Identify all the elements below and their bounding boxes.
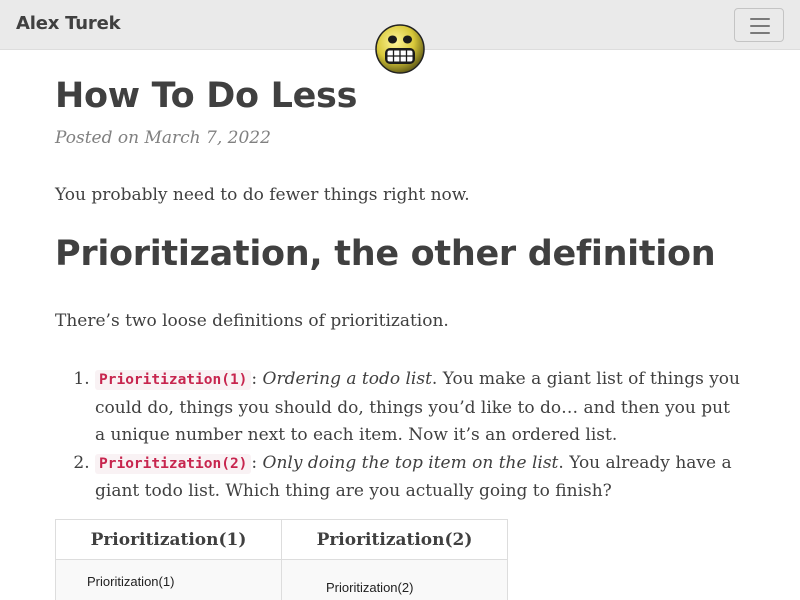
list-item-separator: : [251,452,263,473]
site-brand-link[interactable]: Alex Turek [16,13,121,34]
table-header-cell: Prioritization(1) [55,519,282,560]
list-item-emphasis: Ordering a todo list [262,369,432,389]
comparison-table: Prioritization(1) Prioritization(2) Prio… [55,519,508,600]
definitions-intro-paragraph: There’s two loose definitions of priorit… [55,311,449,331]
inline-code: Prioritization(2) [95,453,252,474]
menu-toggle-button[interactable] [734,8,784,42]
definitions-list: Prioritization(1): Ordering a todo list.… [55,366,745,506]
inline-code: Prioritization(1) [95,370,252,390]
list-item: Prioritization(2): Only doing the top it… [95,450,745,506]
list-item: Prioritization(1): Ordering a todo list.… [95,366,745,450]
list-item-separator: : [251,369,263,389]
section-heading: Prioritization, the other definition [55,234,716,274]
grinning-face-avatar-icon[interactable] [375,24,425,74]
table-header-cell: Prioritization(2) [281,519,508,560]
table-row: Prioritization(1) Prioritization(2) [55,559,508,600]
image-label: Prioritization(1) [87,574,175,589]
list-item-emphasis: Only doing the top item on the list [262,452,559,473]
image-label: Prioritization(2) [326,580,414,595]
table-image-cell: Prioritization(1) [55,559,282,600]
post-date: Posted on March 7, 2022 [55,128,271,148]
intro-paragraph: You probably need to do fewer things rig… [55,185,470,205]
table-image-cell: Prioritization(2) [281,559,508,600]
table-header-row: Prioritization(1) Prioritization(2) [55,519,508,560]
post-title: How To Do Less [55,76,358,116]
